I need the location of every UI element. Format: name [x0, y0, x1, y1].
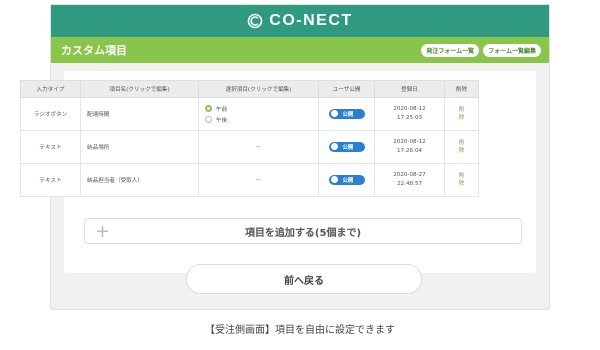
cell-item-name[interactable]: 配達時間 [80, 97, 199, 131]
logo: CO-NECT [247, 12, 352, 30]
table-header-row: 入力タイプ 項目名(クリックで編集) 選択項目(クリックで編集) ユーザ公開 登… [20, 80, 479, 98]
toggle-label: 公開 [342, 144, 354, 151]
cell-public: 公開 [318, 97, 375, 131]
logo-icon [247, 13, 263, 29]
cell-date: 2020-08-12 17:26:04 [374, 130, 445, 164]
cell-options[interactable]: − [198, 130, 319, 164]
sub-header: カスタム項目 発注フォーム一覧 フォーム一覧編集 [51, 37, 549, 63]
custom-items-table: 入力タイプ 項目名(クリックで編集) 選択項目(クリックで編集) ユーザ公開 登… [20, 80, 479, 197]
radio-selected[interactable] [205, 105, 212, 112]
add-item-button[interactable]: + 項目を追加する(5個まで) [84, 218, 522, 244]
delete-link[interactable]: 削除 [445, 139, 478, 155]
col-delete: 削除 [444, 80, 479, 98]
cell-delete: 削除 [444, 97, 479, 131]
time-text: 17:25:03 [396, 115, 423, 121]
cell-public: 公開 [318, 130, 375, 164]
cell-options[interactable]: − [198, 163, 319, 197]
delete-link[interactable]: 削除 [445, 172, 478, 188]
toggle-knob [330, 143, 338, 151]
cell-type: テキスト [20, 130, 81, 164]
toggle-label: 公開 [342, 177, 354, 184]
date-text: 2020-08-12 [393, 106, 426, 112]
back-button[interactable]: 前へ戻る [186, 264, 422, 294]
page-title: カスタム項目 [61, 44, 127, 57]
table-row: ラジオボタン 配達時間 午前 午後 公開 2020-08-12 17:25:03 … [20, 97, 479, 131]
time-text: 22:48:57 [396, 181, 423, 187]
cell-options[interactable]: 午前 午後 [198, 97, 319, 131]
radio-unselected[interactable] [205, 116, 212, 123]
col-input-type: 入力タイプ [20, 80, 81, 98]
time-text: 17:26:04 [396, 148, 423, 154]
delete-char: 除 [458, 181, 465, 187]
delete-char: 削 [458, 173, 465, 179]
toggle-knob [330, 176, 338, 184]
date-text: 2020-08-12 [393, 139, 426, 145]
public-toggle[interactable]: 公開 [328, 174, 365, 185]
delete-char: 除 [458, 148, 465, 154]
delete-char: 削 [458, 107, 465, 113]
form-edit-button[interactable]: フォーム一覧編集 [483, 43, 541, 57]
public-toggle[interactable]: 公開 [328, 141, 365, 152]
cell-item-name[interactable]: 納品担当者（受取人） [80, 163, 199, 197]
cell-delete: 削除 [444, 130, 479, 164]
cell-type: ラジオボタン [20, 97, 81, 131]
public-toggle[interactable]: 公開 [328, 108, 365, 119]
toggle-knob [330, 110, 338, 118]
caption: 【受注側画面】項目を自由に設定できます [205, 325, 395, 336]
plus-icon: + [95, 220, 111, 242]
cell-type: テキスト [20, 163, 81, 197]
top-bar: CO-NECT [51, 5, 549, 37]
delete-link[interactable]: 削除 [445, 106, 478, 122]
date-text: 2020-08-27 [393, 172, 426, 178]
cell-date: 2020-08-27 22:48:57 [374, 163, 445, 197]
col-item-name: 項目名(クリックで編集) [80, 80, 199, 98]
option-label: 午前 [216, 106, 228, 113]
logo-text: CO-NECT [269, 12, 353, 29]
cell-date: 2020-08-12 17:25:03 [374, 97, 445, 131]
cell-public: 公開 [318, 163, 375, 197]
option-label: 午後 [216, 117, 228, 124]
delete-char: 除 [458, 115, 465, 121]
table-row: テキスト 納品場所 − 公開 2020-08-12 17:26:04 削除 [20, 130, 479, 164]
delete-char: 削 [458, 140, 465, 146]
toggle-label: 公開 [342, 111, 354, 118]
table-row: テキスト 納品担当者（受取人） − 公開 2020-08-27 22:48:57 … [20, 163, 479, 197]
cell-delete: 削除 [444, 163, 479, 197]
add-item-label: 項目を追加する(5個まで) [244, 227, 362, 239]
form-list-button[interactable]: 発注フォーム一覧 [421, 43, 480, 57]
col-options: 選択項目(クリックで編集) [198, 80, 319, 98]
col-public: ユーザ公開 [318, 80, 375, 98]
col-registered: 登録日 [374, 80, 445, 98]
cell-item-name[interactable]: 納品場所 [80, 130, 199, 164]
